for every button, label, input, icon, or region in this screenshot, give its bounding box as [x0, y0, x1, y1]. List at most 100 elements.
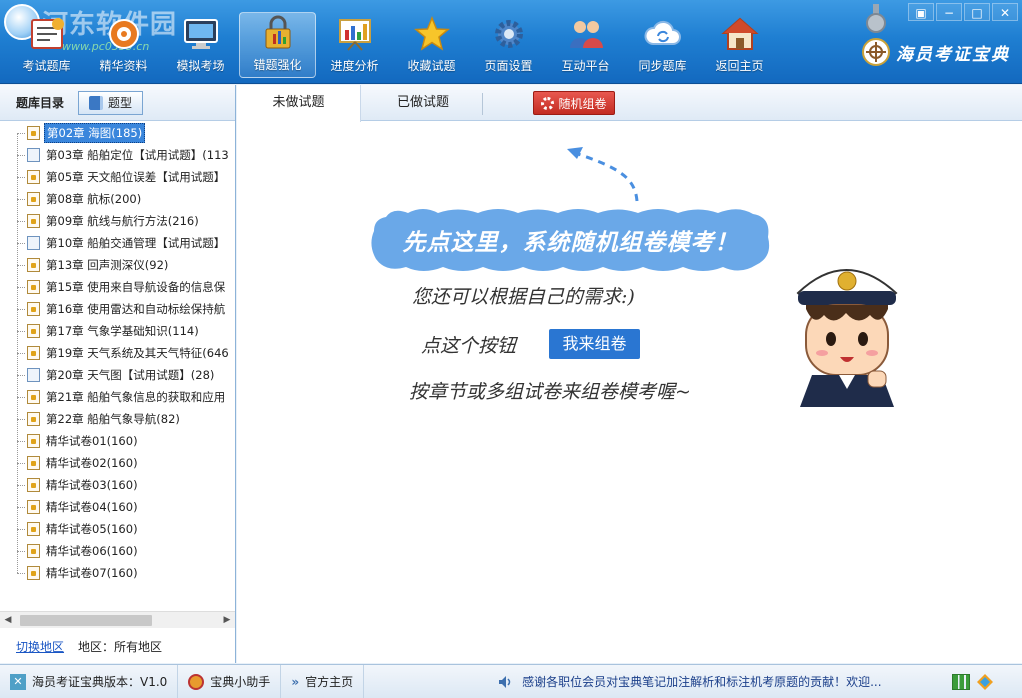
brand-name: 海员考证宝典: [896, 44, 1010, 65]
tree-connector-dash: [17, 440, 25, 442]
tree-item[interactable]: 第21章 船舶气象信息的获取和应用: [17, 386, 227, 408]
tree-item[interactable]: 第05章 天文船位误差【试用试题】: [17, 166, 227, 188]
toolbar-item-exam-bank[interactable]: 考试题库: [8, 12, 85, 78]
switch-region-link[interactable]: 切换地区: [16, 638, 64, 655]
tree-connector-dash: [17, 286, 25, 288]
scroll-left-icon[interactable]: ◀: [0, 612, 16, 629]
tree-connector-dash: [17, 572, 25, 574]
stats-icon[interactable]: [952, 674, 970, 690]
lock-icon: [27, 566, 40, 580]
hint-line-4: 按章节或多组试卷来组卷模考喔~: [409, 381, 691, 403]
helper-icon: [188, 673, 205, 690]
restore-button[interactable]: ▣: [908, 3, 934, 21]
toolbar-item-home[interactable]: 返回主页: [701, 12, 778, 78]
tree-item[interactable]: 第16章 使用雷达和自动标绘保持航: [17, 298, 227, 320]
wrong-questions-icon: [258, 14, 298, 52]
tree-connector-dash: [17, 506, 25, 508]
close-button[interactable]: ✕: [992, 3, 1018, 21]
lock-icon: [27, 126, 40, 140]
sync-cloud-icon: [643, 15, 683, 53]
announcement: 感谢各职位会员对宝典笔记加注解析和标注机考原题的贡献！欢迎...: [498, 673, 912, 690]
tab-bar: 未做试题 已做试题 随机组卷: [237, 85, 1022, 122]
tree-item[interactable]: 精华试卷05(160): [17, 518, 140, 540]
brand: 海员考证宝典: [862, 38, 1010, 66]
tree-item[interactable]: 精华试卷06(160): [17, 540, 140, 562]
scrollbar-thumb[interactable]: [20, 615, 152, 626]
toolbar-item-wrong-questions[interactable]: 错题强化: [239, 12, 316, 78]
toolbar-item-mock-exam[interactable]: 模拟考场: [162, 12, 239, 78]
lock-icon: [27, 346, 40, 360]
lock-icon: [27, 214, 40, 228]
homepage-link[interactable]: » 官方主页: [281, 664, 365, 698]
tree-item[interactable]: 精华试卷07(160): [17, 562, 140, 584]
toolbar-label: 互动平台: [561, 59, 610, 73]
helper-link[interactable]: 宝典小助手: [178, 664, 282, 698]
tree-item[interactable]: 第15章 使用来自导航设备的信息保: [17, 276, 227, 298]
toolbar-label: 模拟考场: [176, 59, 225, 73]
tree-item[interactable]: 精华试卷03(160): [17, 474, 140, 496]
tab-undone[interactable]: 未做试题: [237, 85, 361, 122]
minimize-button[interactable]: −: [936, 3, 962, 21]
tree-item-label: 第10章 船舶交通管理【试用试题】: [46, 236, 226, 250]
toolbar-label: 错题强化: [253, 58, 302, 72]
tree-item[interactable]: 精华试卷01(160): [17, 430, 140, 452]
top-toolbar: 河东软件园 www.pc0359.cn 考试题库 精华资料 模拟考场 错题强化: [0, 0, 1022, 84]
toolbar-item-interactive[interactable]: 互动平台: [547, 12, 624, 78]
toolbar-label: 进度分析: [330, 59, 379, 73]
tree-item[interactable]: 第10章 船舶交通管理【试用试题】: [17, 232, 227, 254]
custom-paper-button[interactable]: 我来组卷: [549, 329, 640, 359]
medal-icon[interactable]: [866, 4, 886, 34]
dashed-arrow-icon: [567, 147, 639, 202]
tree-item-label: 精华试卷02(160): [46, 456, 138, 470]
toolbar-item-progress[interactable]: 进度分析: [316, 12, 393, 78]
hint-line-2: 您还可以根据自己的需求:): [412, 286, 635, 308]
tree-item-label: 精华试卷03(160): [46, 478, 138, 492]
toolbar-label: 返回主页: [715, 59, 764, 73]
refresh-icon[interactable]: [976, 673, 994, 691]
tree-item[interactable]: 第17章 气象学基础知识(114): [17, 320, 201, 342]
tree-item[interactable]: 第02章 海图(185): [17, 122, 146, 144]
toolbar-item-sync[interactable]: 同步题库: [624, 12, 701, 78]
tree-item[interactable]: 第03章 船舶定位【试用试题】(113: [17, 144, 231, 166]
tree-connector-dash: [17, 176, 25, 178]
tree-item[interactable]: 第20章 天气图【试用试题】(28): [17, 364, 216, 386]
gear-icon: [541, 96, 555, 110]
document-icon: [27, 368, 40, 382]
status-bar: ✕ 海员考证宝典版本：V1.0 宝典小助手 » 官方主页 感谢各职位会员对宝典笔…: [0, 664, 1022, 698]
toolbar-label: 精华资料: [99, 59, 148, 73]
lock-icon: [27, 544, 40, 558]
tab-done[interactable]: 已做试题: [361, 85, 485, 121]
scroll-right-icon[interactable]: ▶: [219, 612, 235, 629]
home-icon: [720, 15, 760, 53]
tree-item-label: 第22章 船舶气象导航(82): [46, 412, 180, 426]
horizontal-scrollbar[interactable]: ◀ ▶: [0, 611, 235, 628]
tree-item[interactable]: 第19章 天气系统及其天气特征(646: [17, 342, 231, 364]
tree-item[interactable]: 第22章 船舶气象导航(82): [17, 408, 182, 430]
tree-item[interactable]: 第08章 航标(200): [17, 188, 143, 210]
toolbar-item-favorites[interactable]: 收藏试题: [393, 12, 470, 78]
maximize-button[interactable]: □: [964, 3, 990, 21]
toolbar-item-materials[interactable]: 精华资料: [85, 12, 162, 78]
random-paper-label: 随机组卷: [558, 96, 607, 111]
tree-connector-dash: [17, 550, 25, 552]
tree-item-label: 精华试卷06(160): [46, 544, 138, 558]
tree-item-label: 第15章 使用来自导航设备的信息保: [46, 280, 226, 294]
tree-item[interactable]: 第09章 航线与航行方法(216): [17, 210, 201, 232]
toolbar-label: 页面设置: [484, 59, 533, 73]
tree-item[interactable]: 精华试卷04(160): [17, 496, 140, 518]
question-type-button[interactable]: 题型: [78, 90, 144, 115]
lock-icon: [27, 412, 40, 426]
tree-item-label: 第03章 船舶定位【试用试题】(113: [46, 148, 229, 162]
version-info: ✕ 海员考证宝典版本：V1.0: [0, 664, 179, 698]
tree-item[interactable]: 精华试卷02(160): [17, 452, 140, 474]
tree-connector-dash: [17, 528, 25, 530]
toolbar-label: 收藏试题: [407, 59, 456, 73]
lock-icon: [27, 434, 40, 448]
random-paper-button[interactable]: 随机组卷: [533, 91, 615, 115]
tree-connector-dash: [17, 242, 25, 244]
tree-connector-dash: [17, 154, 25, 156]
lock-icon: [27, 302, 40, 316]
toolbar-item-page-settings[interactable]: 页面设置: [470, 12, 547, 78]
helper-label: 宝典小助手: [210, 675, 271, 689]
tree-item[interactable]: 第13章 回声测深仪(92): [17, 254, 170, 276]
